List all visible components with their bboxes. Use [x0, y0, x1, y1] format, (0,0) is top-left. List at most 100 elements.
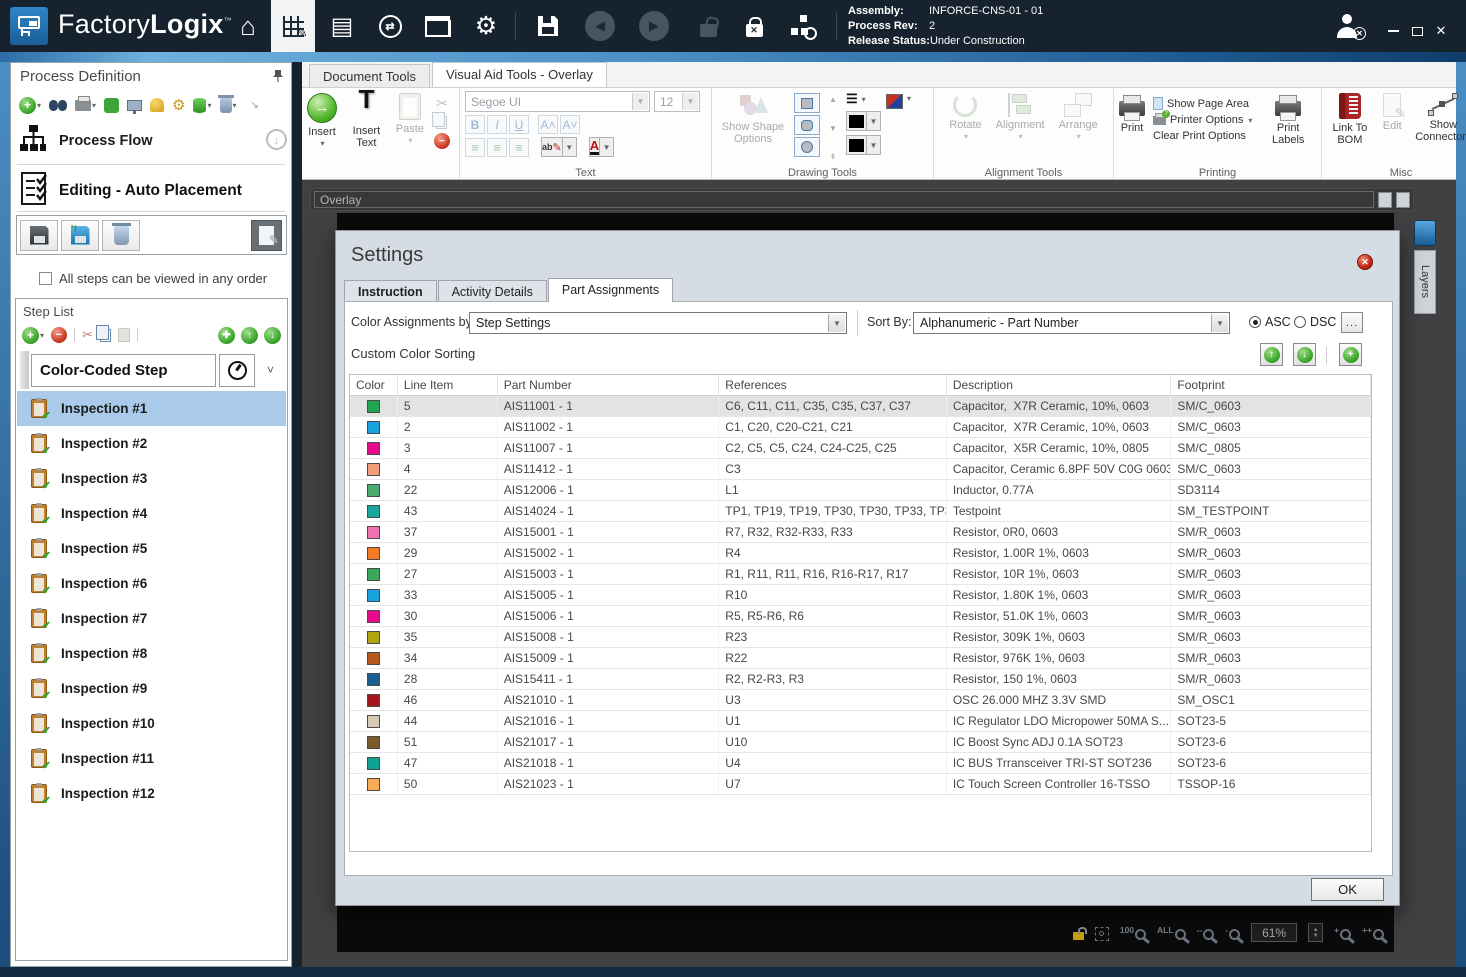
arrange-button[interactable]: Arrange ▾	[1059, 91, 1098, 165]
copy-step-icon[interactable]	[95, 324, 111, 342]
overlay-edit-icon[interactable]	[1396, 191, 1410, 208]
find-icon[interactable]	[49, 99, 68, 111]
move-step-up-icon[interactable]: ↑	[241, 326, 258, 344]
zoom-100-icon[interactable]: 100	[1120, 925, 1147, 940]
sort-asc-option[interactable]: ASC	[1249, 315, 1291, 329]
paste-button[interactable]: Paste ▾	[396, 91, 424, 165]
zoom-in-icon[interactable]: +	[1334, 925, 1352, 940]
asc-radio[interactable]	[1249, 316, 1261, 328]
tab-part-assignments[interactable]: Part Assignments	[547, 278, 674, 302]
color-swatch[interactable]	[366, 399, 380, 413]
show-page-area-button[interactable]: Show Page Area	[1153, 97, 1252, 110]
table-row[interactable]: 29 AIS15002 - 1 R4 Resistor, 1.00R 1%, 0603…	[350, 543, 1371, 564]
italic-button[interactable]: I	[487, 115, 507, 134]
table-row[interactable]: 2 AIS11002 - 1 C1, C20, C20-C21, C21 Capaci…	[350, 417, 1371, 438]
pin-icon[interactable]	[273, 69, 283, 88]
release-documents-icon[interactable]: ▤	[320, 0, 364, 52]
step-list-item[interactable]: ✔ Inspection #6	[17, 566, 286, 601]
step-name-input[interactable]: Color-Coded Step	[31, 353, 216, 387]
step-list-item[interactable]: ✔ Inspection #3	[17, 461, 286, 496]
unlock-icon[interactable]	[686, 0, 730, 52]
highlight-color-select[interactable]: ab ✎ ▼	[541, 137, 577, 157]
column-header-footprint[interactable]: Footprint	[1171, 375, 1371, 395]
color-swatch[interactable]	[366, 504, 380, 518]
step-list-item[interactable]: ✔ Inspection #2	[17, 426, 286, 461]
import-step-button[interactable]	[61, 219, 99, 251]
clear-print-options-button[interactable]: Clear Print Options	[1153, 130, 1252, 142]
view-order-checkbox[interactable]	[39, 272, 52, 285]
table-row[interactable]: 44 AIS21016 - 1 U1 IC Regulator LDO Micropo…	[350, 711, 1371, 732]
layers-tab[interactable]: Layers	[1414, 250, 1436, 314]
step-timer-button[interactable]	[219, 353, 255, 387]
cut-icon[interactable]: ✂	[436, 95, 448, 112]
table-row[interactable]: 30 AIS15006 - 1 R5, R5-R6, R6 Resistor, 51.…	[350, 606, 1371, 627]
add-color-button[interactable]: +	[1339, 343, 1362, 366]
redo-forward-icon[interactable]: ▶	[632, 0, 676, 52]
shape-style-icon[interactable]	[886, 94, 903, 109]
add-icon[interactable]: + ▾	[19, 96, 41, 114]
table-row[interactable]: 28 AIS15411 - 1 R2, R2-R3, R3 Resistor, 150…	[350, 669, 1371, 690]
export-data-icon[interactable]: ▾	[193, 97, 212, 113]
ok-button[interactable]: OK	[1311, 878, 1384, 901]
column-header-color[interactable]: Color	[350, 375, 398, 395]
shape-scroll-down-icon[interactable]: ▼	[829, 124, 837, 133]
show-shape-options-button[interactable]: Show Shape Options	[717, 91, 789, 165]
overlay-page-icon[interactable]	[1378, 191, 1392, 208]
sort-dsc-option[interactable]: DSC	[1294, 315, 1336, 329]
color-swatch[interactable]	[366, 420, 380, 434]
color-swatch[interactable]	[366, 525, 380, 539]
step-list-item[interactable]: ✔ Inspection #9	[17, 671, 286, 706]
color-swatch[interactable]	[366, 441, 380, 455]
settings-gear-icon[interactable]: ⚙	[464, 0, 508, 52]
user-logoff-icon[interactable]: ✕	[1336, 14, 1366, 43]
table-row[interactable]: 4 AIS11412 - 1 C3 Capacitor, Ceramic 6.8PF …	[350, 459, 1371, 480]
table-row[interactable]: 22 AIS12006 - 1 L1 Inductor, 0.77A SD3114	[350, 480, 1371, 501]
sync-icon[interactable]: ⇄	[368, 0, 412, 52]
zoom-out-fast-icon[interactable]: --	[1197, 925, 1215, 940]
color-swatch[interactable]	[366, 735, 380, 749]
step-list-item[interactable]: ✔ Inspection #12	[17, 776, 286, 811]
ellipse-shape-button[interactable]	[794, 137, 820, 157]
show-connectors-button[interactable]: Show Connectors	[1412, 91, 1466, 165]
move-step-down-icon[interactable]: ↓	[264, 326, 281, 344]
tab-instruction[interactable]: Instruction	[344, 280, 437, 302]
collapse-arrow-icon[interactable]: ↘	[251, 100, 259, 111]
shape-more-icon[interactable]: ⇟	[830, 152, 837, 161]
add-step-icon[interactable]: + ▾	[22, 326, 44, 344]
notification-bell-icon[interactable]	[150, 98, 165, 112]
undo-back-icon[interactable]: ◀	[578, 0, 622, 52]
copy-icon[interactable]	[432, 112, 448, 129]
zoom-in-fast-icon[interactable]: ++	[1362, 925, 1384, 940]
zoom-all-icon[interactable]: ALL	[1157, 925, 1186, 940]
link-to-bom-button[interactable]: Link To BOM	[1327, 91, 1373, 165]
table-row[interactable]: 50 AIS21023 - 1 U7 IC Touch Screen Controll…	[350, 774, 1371, 795]
save-icon[interactable]	[526, 0, 570, 52]
table-row[interactable]: 37 AIS15001 - 1 R7, R32, R32-R33, R33 Resis…	[350, 522, 1371, 543]
color-swatch[interactable]	[366, 777, 380, 791]
cut-step-icon[interactable]: ✂	[82, 327, 93, 343]
move-color-down-button[interactable]: ↓	[1293, 343, 1316, 366]
apply-color-icon[interactable]: ✚	[218, 326, 235, 344]
presentation-icon[interactable]	[127, 99, 143, 114]
process-flow-row[interactable]: Process Flow	[19, 123, 283, 159]
column-header-line-item[interactable]: Line Item	[398, 375, 498, 395]
printer-options-button[interactable]: ? Printer Options ▾	[1153, 109, 1252, 126]
color-swatch[interactable]	[366, 714, 380, 728]
table-row[interactable]: 47 AIS21018 - 1 U4 IC BUS Trransceiver TRI-…	[350, 753, 1371, 774]
insert-text-button[interactable]: T Insert Text	[343, 86, 390, 165]
sort-by-select[interactable]: Alphanumeric - Part Number ▼	[913, 312, 1230, 334]
rectangle-shape-button[interactable]	[794, 93, 820, 113]
color-swatch[interactable]	[366, 546, 380, 560]
table-row[interactable]: 51 AIS21017 - 1 U10 IC Boost Sync ADJ 0.1A …	[350, 732, 1371, 753]
rotate-button[interactable]: Rotate ▾	[949, 91, 982, 165]
font-family-select[interactable]: Segoe UI ▼	[465, 91, 650, 112]
remove-step-icon[interactable]: −	[51, 327, 68, 343]
dialog-close-icon[interactable]: ✕	[1357, 254, 1373, 270]
process-search-icon[interactable]	[782, 0, 826, 52]
expand-process-flow-icon[interactable]: ↓	[266, 129, 287, 150]
drag-grip[interactable]	[20, 351, 29, 389]
table-row[interactable]: 43 AIS14024 - 1 TP1, TP19, TP19, TP30, TP3…	[350, 501, 1371, 522]
components-icon[interactable]	[104, 97, 120, 113]
home-icon[interactable]: ⌂	[226, 0, 270, 52]
zoom-level-spinner[interactable]: ▲ ▼	[1308, 923, 1324, 942]
